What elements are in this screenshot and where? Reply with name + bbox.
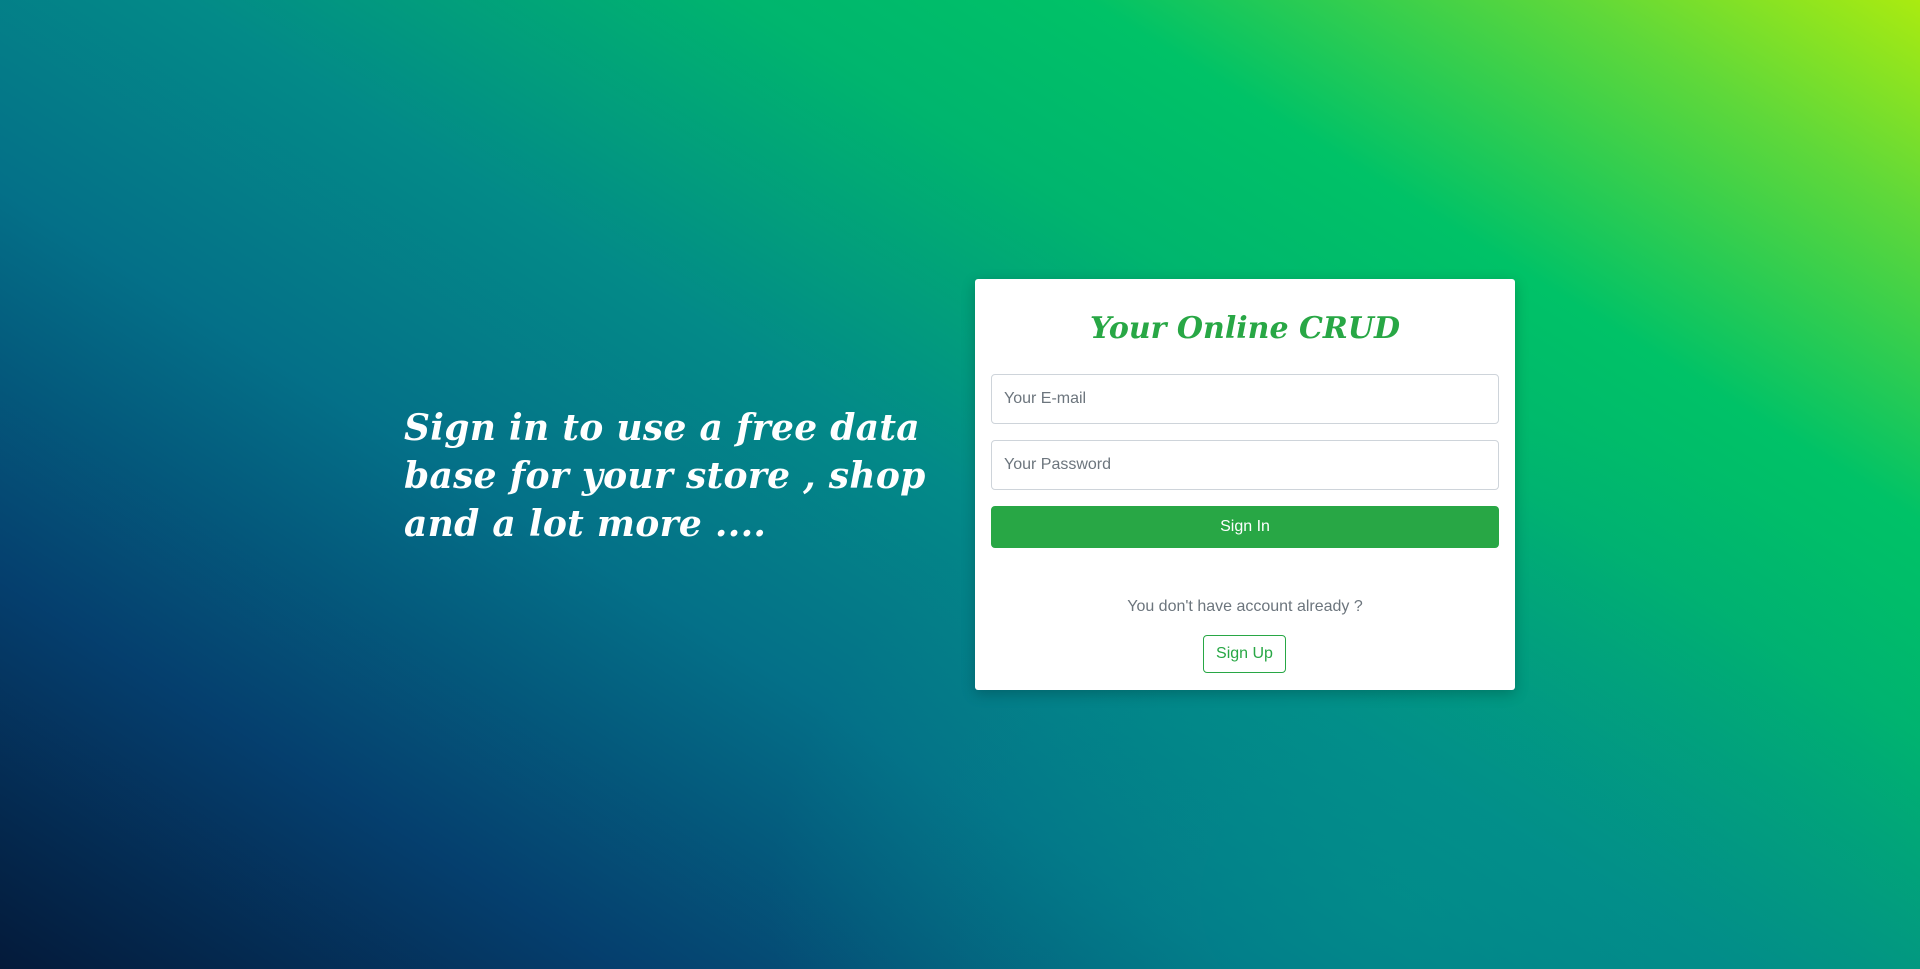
email-field[interactable] (991, 374, 1499, 424)
signup-prompt: You don't have account already ? (1127, 598, 1363, 615)
login-card: Your Online CRUD Sign In You don't have … (975, 279, 1515, 690)
sign-in-button[interactable]: Sign In (991, 506, 1499, 548)
password-field[interactable] (991, 440, 1499, 490)
sign-up-button[interactable]: Sign Up (1203, 635, 1286, 673)
card-title: Your Online CRUD (1090, 311, 1400, 346)
hero-tagline: Sign in to use a free data base for your… (404, 407, 926, 545)
